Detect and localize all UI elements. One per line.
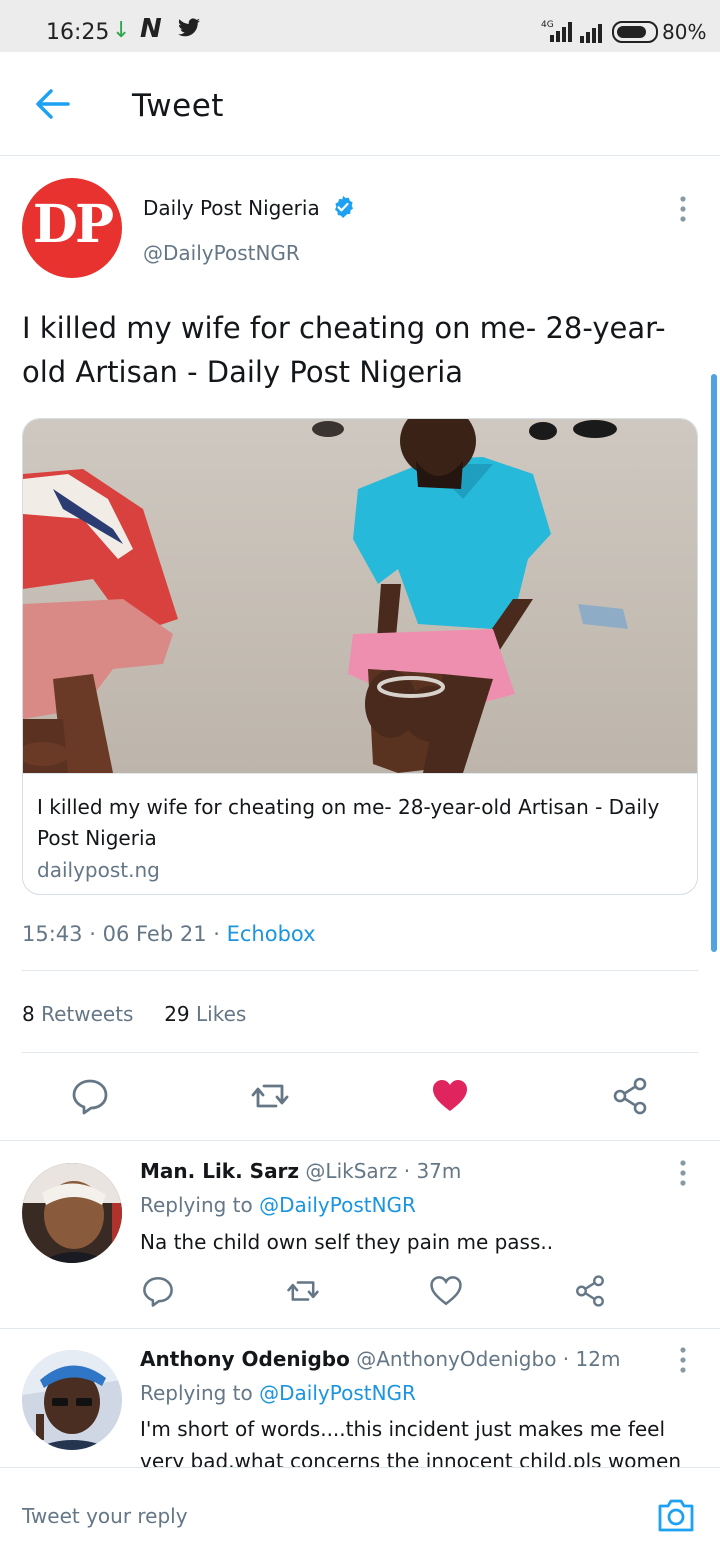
avatar-photo [22,1350,122,1450]
share-icon[interactable] [610,1076,650,1116]
reply-avatar[interactable] [22,1163,122,1263]
author-handle[interactable]: @DailyPostNGR [143,241,300,265]
verified-badge-icon [335,196,353,218]
tweet-time: 15:43 [22,922,83,946]
retweet-icon[interactable] [286,1274,320,1308]
meta-separator: · [213,922,227,946]
avatar-logo-text: DP [32,194,114,255]
scrollbar[interactable] [711,374,717,952]
page-title: Tweet [132,88,224,124]
tweet-source[interactable]: Echobox [227,922,316,946]
avatar-photo [22,1163,122,1263]
tweet-stats: 8 Retweets 29 Likes [22,1002,246,1026]
tweet-text: I killed my wife for cheating on me- 28-… [22,311,666,389]
divider [22,970,698,971]
retweet-icon[interactable] [250,1076,290,1116]
retweets-stat[interactable]: 8 Retweets [22,1002,133,1026]
meta-separator: · [89,922,103,946]
replying-to-handle[interactable]: @DailyPostNGR [259,1193,416,1217]
heart-icon[interactable] [429,1274,463,1308]
tweet-meta: 15:43 · 06 Feb 21 · Echobox [22,922,316,946]
reply-author-name[interactable]: Anthony Odenigbo [140,1347,350,1371]
reply-input[interactable]: Tweet your reply [22,1504,188,1528]
reply-author-handle[interactable]: @LikSarz [305,1159,397,1183]
reply-composer: Tweet your reply [0,1467,720,1560]
more-vertical-icon[interactable] [672,1345,694,1375]
author-avatar[interactable]: DP [22,178,122,278]
battery-icon [612,21,658,43]
card-photo [23,419,697,773]
card-title: I killed my wife for cheating on me- 28-… [37,795,660,850]
card-domain: dailypost.ng [37,858,160,882]
divider [0,1328,720,1329]
reply-header: Man. Lik. Sarz @LikSarz · 37m [140,1159,461,1183]
reply-icon[interactable] [141,1274,175,1308]
status-time: 16:25 [46,20,110,45]
author-name[interactable]: Daily Post Nigeria [143,196,320,220]
back-arrow-icon[interactable] [32,86,72,122]
camera-icon[interactable] [656,1496,696,1534]
replying-to: Replying to @DailyPostNGR [140,1381,416,1405]
signal-4g-icon: 4G [541,20,572,42]
card-body: I killed my wife for cheating on me- 28-… [23,773,697,894]
share-icon[interactable] [573,1274,607,1308]
meta-separator: · [562,1347,576,1371]
divider [0,1140,720,1141]
signal-icon [580,24,602,43]
reply-icon[interactable] [70,1076,110,1116]
replying-to-handle[interactable]: @DailyPostNGR [259,1381,416,1405]
more-vertical-icon[interactable] [672,1158,694,1188]
tweet-date: 06 Feb 21 [102,922,207,946]
news-app-icon: N [140,14,162,44]
meta-separator: · [403,1159,417,1183]
download-icon: ↓ [112,18,131,43]
reply-time: 37m [416,1159,462,1183]
heart-icon[interactable] [430,1076,470,1116]
reply-text: Na the child own self they pain me pass.… [140,1230,554,1254]
reply-time: 12m [575,1347,621,1371]
reply-author-name[interactable]: Man. Lik. Sarz [140,1159,299,1183]
reply-author-handle[interactable]: @AnthonyOdenigbo [356,1347,556,1371]
app-header: Tweet [0,52,720,156]
likes-stat[interactable]: 29 Likes [164,1002,246,1026]
reply-avatar[interactable] [22,1350,122,1450]
twitter-bird-icon [178,18,200,37]
divider [22,1052,698,1053]
reply-header: Anthony Odenigbo @AnthonyOdenigbo · 12m [140,1347,620,1371]
replying-to: Replying to @DailyPostNGR [140,1193,416,1217]
battery-percent: 80% [662,20,707,44]
status-bar: 16:25 ↓ N 4G 80% [0,0,720,52]
link-card[interactable]: I killed my wife for cheating on me- 28-… [22,418,698,895]
svg-text:4G: 4G [541,20,554,30]
more-vertical-icon[interactable] [672,194,694,224]
